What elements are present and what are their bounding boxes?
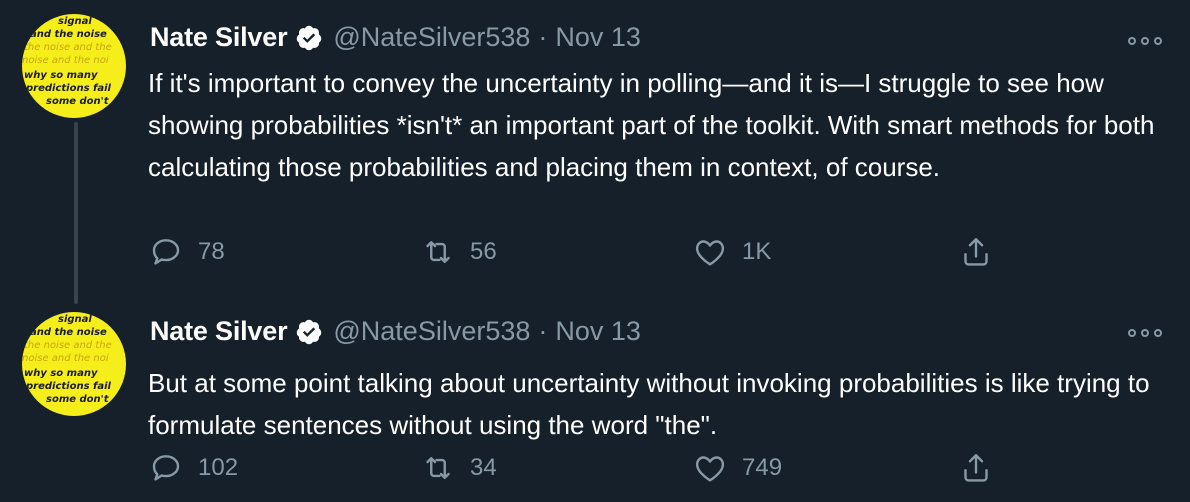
author-name[interactable]: Nate Silver xyxy=(150,316,288,347)
share-button[interactable] xyxy=(958,234,1008,270)
like-heart-icon xyxy=(695,456,725,482)
tweet-header: Nate Silver @NateSilver538 · Nov 13 xyxy=(150,316,641,347)
reply-icon xyxy=(152,239,180,265)
separator-dot: · xyxy=(538,316,548,346)
retweet-count: 56 xyxy=(470,238,497,265)
author-handle[interactable]: @NateSilver538 xyxy=(333,22,530,53)
avatar-text: signal xyxy=(58,16,92,27)
avatar-text: signal xyxy=(58,314,92,325)
tweet-header: Nate Silver @NateSilver538 · Nov 13 xyxy=(150,22,641,53)
author-name[interactable]: Nate Silver xyxy=(150,22,288,53)
tweet[interactable]: signal and the noise the noise and the n… xyxy=(0,300,1190,502)
tweet-text: If it's important to convey the uncertai… xyxy=(148,68,1155,182)
author-handle[interactable]: @NateSilver538 xyxy=(333,316,530,347)
tweet-date[interactable]: Nov 13 xyxy=(555,22,641,53)
share-icon xyxy=(964,454,988,482)
retweet-button[interactable]: 34 xyxy=(420,450,497,486)
reply-button[interactable]: 78 xyxy=(148,234,225,270)
avatar-text: predictions fail xyxy=(26,381,111,392)
reply-button[interactable]: 102 xyxy=(148,450,238,486)
avatar-text: noise and the noi xyxy=(22,353,109,364)
reply-icon xyxy=(152,455,180,481)
like-count: 749 xyxy=(742,454,783,481)
avatar-text: the noise and the xyxy=(24,42,112,53)
retweet-icon xyxy=(426,457,450,479)
avatar-text: and the noise xyxy=(30,29,107,40)
avatar-text: predictions fail xyxy=(26,83,111,94)
like-button[interactable]: 749 xyxy=(692,450,782,486)
share-button[interactable] xyxy=(958,450,1008,486)
like-button[interactable]: 1K xyxy=(692,234,771,270)
retweet-count: 34 xyxy=(470,454,497,481)
reply-count: 102 xyxy=(198,454,239,481)
avatar-text: and the noise xyxy=(30,327,107,338)
share-icon xyxy=(964,238,988,266)
tweet-actions: 102 34 749 xyxy=(148,450,1008,490)
reply-count: 78 xyxy=(198,238,225,265)
avatar[interactable]: signal and the noise the noise and the n… xyxy=(22,312,126,416)
separator-dot: · xyxy=(538,22,548,52)
like-count: 1K xyxy=(742,238,772,265)
tweet-text: But at some point talking about uncertai… xyxy=(148,368,1150,440)
retweet-icon xyxy=(426,241,450,263)
tweet-actions: 78 56 1K xyxy=(148,234,1008,274)
tweet-date[interactable]: Nov 13 xyxy=(555,316,641,347)
more-options-icon[interactable] xyxy=(1128,34,1162,48)
retweet-button[interactable]: 56 xyxy=(420,234,497,270)
avatar-text: why so many xyxy=(24,368,98,379)
tweet[interactable]: signal and the noise the noise and the n… xyxy=(0,0,1190,300)
more-options-icon[interactable] xyxy=(1128,326,1162,340)
avatar[interactable]: signal and the noise the noise and the n… xyxy=(22,14,126,118)
avatar-text: noise and the noi xyxy=(22,55,109,66)
avatar-text: some don't xyxy=(46,96,109,107)
avatar-text: the noise and the xyxy=(24,340,112,351)
avatar-text: why so many xyxy=(24,70,98,81)
verified-badge-icon xyxy=(297,25,322,50)
like-heart-icon xyxy=(695,240,725,266)
avatar-text: some don't xyxy=(46,394,109,405)
verified-badge-icon xyxy=(297,319,322,344)
